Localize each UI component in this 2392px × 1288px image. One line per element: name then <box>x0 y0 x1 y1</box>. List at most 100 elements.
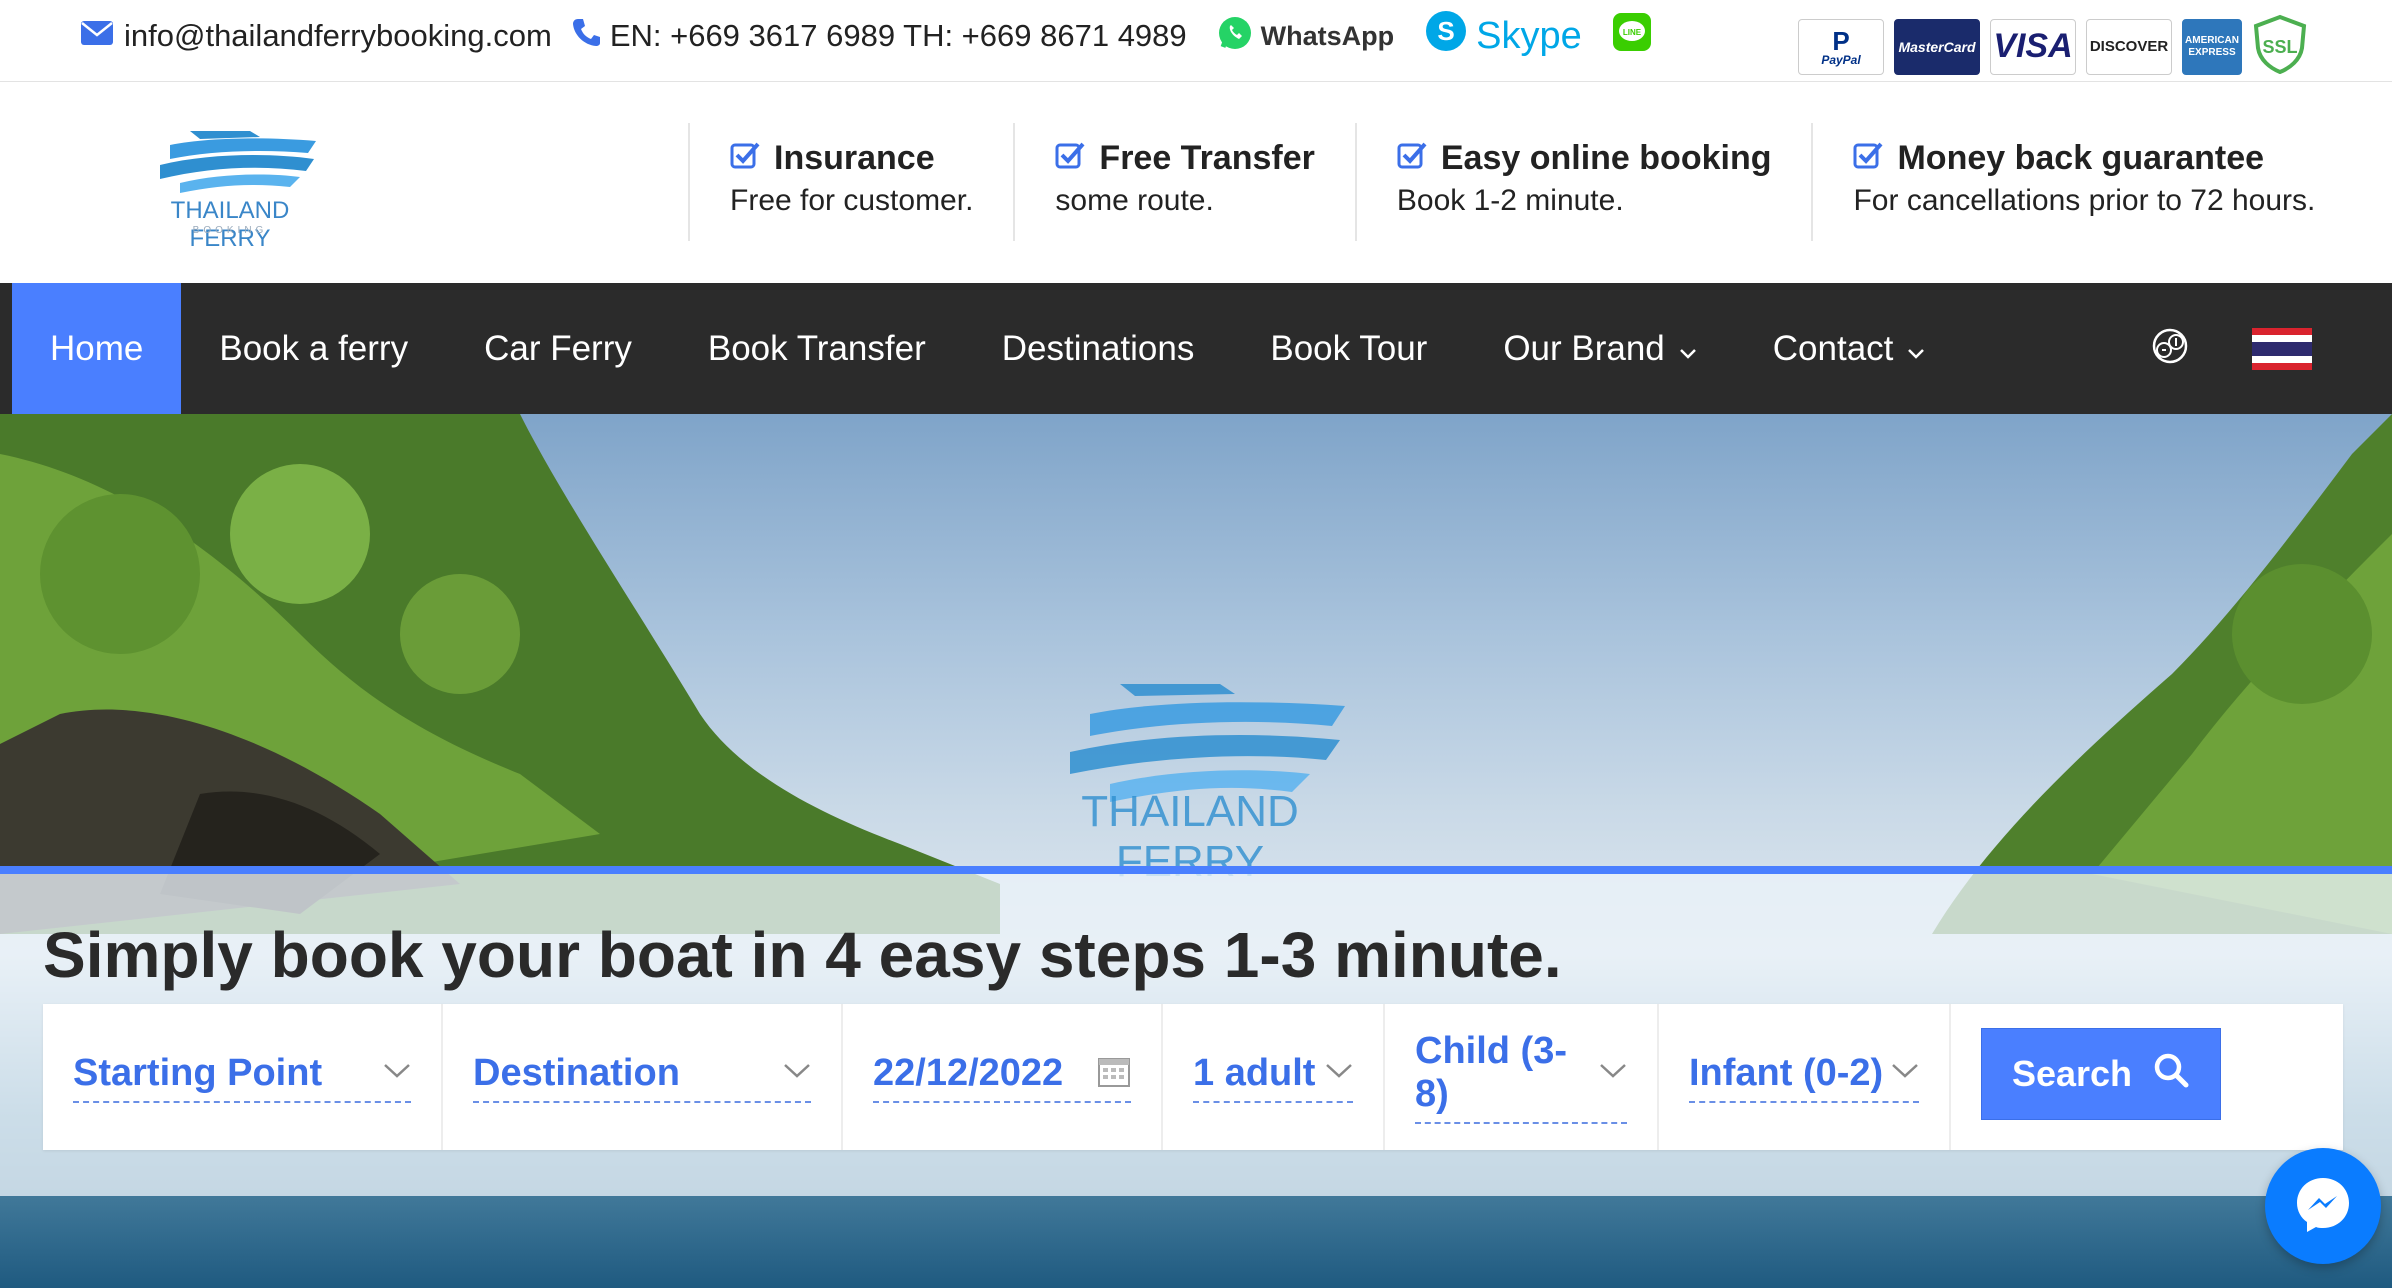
island-right-image <box>1932 414 2392 934</box>
visa-logo: VISA <box>1990 18 2076 75</box>
skype-link[interactable]: S Skype <box>1424 9 1582 63</box>
search-panel: Simply book your boat in 4 easy steps 1-… <box>0 866 2392 1196</box>
svg-text:S: S <box>1437 16 1454 46</box>
messenger-chat-button[interactable] <box>2265 1148 2381 1264</box>
nav-item-contact[interactable]: Contact <box>1735 283 1964 414</box>
messenger-icon <box>2291 1172 2355 1241</box>
feature-subtitle: For cancellations prior to 72 hours. <box>1853 184 2316 217</box>
mastercard-logo: MasterCard <box>1894 18 1980 75</box>
line-icon-text: LINE <box>1623 28 1642 37</box>
chevron-down-icon <box>1891 1062 1919 1085</box>
child-value: Child (3-8) <box>1415 1030 1567 1115</box>
nav-item-book-transfer[interactable]: Book Transfer <box>670 283 964 414</box>
chevron-down-icon <box>1907 329 1925 369</box>
feature-title: Insurance <box>774 139 935 177</box>
destination-select[interactable]: Destination <box>443 1004 843 1150</box>
feature-subtitle: Book 1-2 minute. <box>1396 184 1624 217</box>
island-left-image <box>0 414 1000 934</box>
nav-item-book-tour[interactable]: Book Tour <box>1232 283 1465 414</box>
feature-money-back: Money back guarantee For cancellations p… <box>1811 123 2355 241</box>
feature-subtitle: Free for customer. <box>730 184 974 217</box>
feature-title: Free Transfer <box>1099 139 1315 177</box>
nav-item-book-a-ferry[interactable]: Book a ferry <box>181 283 446 414</box>
nav-item-car-ferry[interactable]: Car Ferry <box>446 283 670 414</box>
feature-insurance: Insurance Free for customer. <box>688 123 1013 241</box>
ssl-badge-icon: SSL <box>2252 14 2308 79</box>
feature-list: Insurance Free for customer. Free Transf… <box>688 123 2355 241</box>
discover-logo: DISCOVER <box>2086 18 2172 75</box>
phone-icon <box>572 17 600 55</box>
nav-label: Car Ferry <box>484 328 632 368</box>
visa-label: VISA <box>1993 27 2073 65</box>
site-logo[interactable]: THAILAND FERRY BOOKING <box>130 123 330 252</box>
destination-value: Destination <box>473 1051 680 1094</box>
nav-item-destinations[interactable]: Destinations <box>964 283 1233 414</box>
infant-value: Infant (0-2) <box>1689 1051 1884 1094</box>
main-nav: Home Book a ferry Car Ferry Book Transfe… <box>0 283 2392 414</box>
email-text: info@thailandferrybooking.com <box>124 18 552 53</box>
search-title: Simply book your boat in 4 easy steps 1-… <box>43 919 1562 991</box>
chevron-down-icon <box>783 1062 811 1085</box>
envelope-icon <box>80 18 114 54</box>
chevron-down-icon <box>383 1062 411 1085</box>
booking-search-form: Starting Point Destination 22/12/2022 1 … <box>43 1004 2343 1150</box>
phone-numbers[interactable]: EN: +669 3617 6989 TH: +669 8671 4989 <box>572 17 1187 55</box>
nav-label: Book Transfer <box>707 328 926 368</box>
starting-point-select[interactable]: Starting Point <box>43 1004 443 1150</box>
chevron-down-icon <box>1679 329 1697 369</box>
feature-title: Money back guarantee <box>1897 139 2265 177</box>
mastercard-label: MasterCard <box>1898 38 1976 55</box>
logo-subtitle: BOOKING <box>192 225 268 236</box>
date-value: 22/12/2022 <box>873 1051 1064 1094</box>
nav-label: Book Tour <box>1270 328 1428 368</box>
line-link[interactable]: LINE <box>1612 12 1652 60</box>
search-icon <box>2152 1051 2190 1098</box>
calendar-icon <box>1097 1054 1131 1093</box>
nav-label: Contact <box>1772 328 1894 368</box>
chevron-down-icon <box>1325 1062 1353 1085</box>
date-picker[interactable]: 22/12/2022 <box>843 1004 1163 1150</box>
amex-label: AMERICAN EXPRESS <box>2185 34 2239 58</box>
currency-switch-icon[interactable] <box>2150 326 2190 371</box>
ssl-label: SSL <box>2262 37 2297 57</box>
checkbox-icon <box>730 139 760 178</box>
nav-item-our-brand[interactable]: Our Brand <box>1465 283 1734 414</box>
payment-methods: P PayPal MasterCard VISA DISCOVER AMERIC… <box>1798 14 2308 79</box>
paypal-logo: P PayPal <box>1798 18 1884 75</box>
thai-flag-icon[interactable] <box>2252 327 2312 370</box>
skype-label: Skype <box>1476 14 1582 57</box>
hero-banner: THAILAND FERRY Simply book your boat in … <box>0 414 2392 1288</box>
chevron-down-icon <box>1599 1062 1627 1085</box>
amex-logo: AMERICAN EXPRESS <box>2182 18 2242 75</box>
ferry-logo-icon <box>160 131 316 193</box>
feature-title: Easy online booking <box>1440 139 1772 177</box>
paypal-label: PayPal <box>1821 52 1861 67</box>
adults-value: 1 adult <box>1193 1051 1316 1094</box>
whatsapp-link[interactable]: WhatsApp <box>1217 15 1394 58</box>
whatsapp-icon <box>1217 15 1253 58</box>
whatsapp-label: WhatsApp <box>1260 20 1395 51</box>
starting-point-value: Starting Point <box>73 1051 323 1094</box>
feature-easy-booking: Easy online booking Book 1-2 minute. <box>1354 123 1812 241</box>
nav-label: Destinations <box>1001 328 1195 368</box>
search-button-label: Search <box>2011 1053 2133 1094</box>
discover-label: DISCOVER <box>2089 38 2169 55</box>
top-bar: info@thailandferrybooking.com EN: +669 3… <box>0 0 2392 82</box>
phone-text: EN: +669 3617 6989 TH: +669 8671 4989 <box>609 18 1187 53</box>
site-header: THAILAND FERRY BOOKING Insurance Free fo… <box>0 83 2392 283</box>
feature-subtitle: some route. <box>1055 184 1214 217</box>
contact-info: info@thailandferrybooking.com EN: +669 3… <box>80 0 1652 72</box>
feature-free-transfer: Free Transfer some route. <box>1013 123 1354 241</box>
skype-icon: S <box>1424 9 1468 63</box>
checkbox-icon <box>1853 139 1883 178</box>
infant-select[interactable]: Infant (0-2) <box>1659 1004 1951 1150</box>
nav-label: Book a ferry <box>219 328 409 368</box>
checkbox-icon <box>1397 139 1427 178</box>
line-icon: LINE <box>1612 13 1652 59</box>
child-select[interactable]: Child (3-8) <box>1385 1004 1659 1150</box>
search-button[interactable]: Search <box>1981 1028 2221 1120</box>
nav-label: Home <box>50 328 144 368</box>
nav-item-home[interactable]: Home <box>12 283 182 414</box>
email-link[interactable]: info@thailandferrybooking.com <box>80 18 552 54</box>
adults-select[interactable]: 1 adult <box>1163 1004 1385 1150</box>
